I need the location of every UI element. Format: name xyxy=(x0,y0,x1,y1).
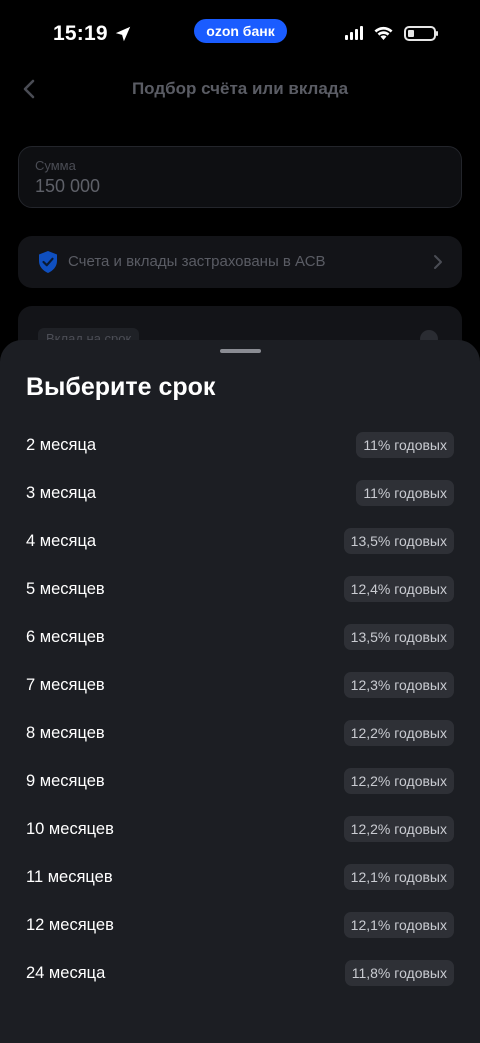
term-row-11-months[interactable]: 11 месяцев 12,1% годовых xyxy=(0,853,480,901)
term-label: 7 месяцев xyxy=(26,675,105,694)
term-row-2-months[interactable]: 2 месяца 11% годовых xyxy=(0,421,480,469)
term-row-3-months[interactable]: 3 месяца 11% годовых xyxy=(0,469,480,517)
sheet-title: Выберите срок xyxy=(26,373,216,401)
term-label: 24 месяца xyxy=(26,963,106,982)
rate-badge: 12,2% годовых xyxy=(343,816,454,842)
term-label: 10 месяцев xyxy=(26,819,114,838)
rate-badge: 12,3% годовых xyxy=(343,672,454,698)
rate-badge: 11% годовых xyxy=(356,432,454,458)
sheet-grabber[interactable] xyxy=(220,349,261,353)
term-row-24-months[interactable]: 24 месяца 11,8% годовых xyxy=(0,949,480,997)
rate-badge: 12,2% годовых xyxy=(343,768,454,794)
term-row-5-months[interactable]: 5 месяцев 12,4% годовых xyxy=(0,565,480,613)
term-label: 3 месяца xyxy=(26,483,97,502)
term-label: 4 месяца xyxy=(26,531,97,550)
rate-badge: 12,4% годовых xyxy=(343,576,454,602)
amount-value: 150 000 xyxy=(35,176,101,196)
chevron-right-icon xyxy=(434,255,442,269)
rate-badge: 11,8% годовых xyxy=(344,960,454,986)
rate-badge: 13,5% годовых xyxy=(343,528,454,554)
rate-badge: 11% годовых xyxy=(356,480,454,506)
rate-badge: 12,2% годовых xyxy=(343,720,454,746)
term-label: 11 месяцев xyxy=(26,867,113,886)
term-label: 6 месяцев xyxy=(26,627,105,646)
insurance-text: Счета и вклады застрахованы в АСВ xyxy=(68,253,326,270)
term-row-10-months[interactable]: 10 месяцев 12,2% годовых xyxy=(0,805,480,853)
term-label: 9 месяцев xyxy=(26,771,105,790)
term-picker-sheet: Выберите срок 2 месяца 11% годовых 3 мес… xyxy=(0,340,480,1043)
term-label: 12 месяцев xyxy=(26,915,114,934)
term-row-9-months[interactable]: 9 месяцев 12,2% годовых xyxy=(0,757,480,805)
rate-badge: 12,1% годовых xyxy=(343,912,454,938)
term-label: 8 месяцев xyxy=(26,723,105,742)
term-row-8-months[interactable]: 8 месяцев 12,2% годовых xyxy=(0,709,480,757)
insurance-info-card[interactable]: Счета и вклады застрахованы в АСВ xyxy=(18,236,462,288)
term-list: 2 месяца 11% годовых 3 месяца 11% годовы… xyxy=(0,421,480,997)
rate-badge: 13,5% годовых xyxy=(343,624,454,650)
term-row-12-months[interactable]: 12 месяцев 12,1% годовых xyxy=(0,901,480,949)
shield-icon xyxy=(39,251,57,273)
rate-badge: 12,1% годовых xyxy=(343,864,454,890)
amount-field[interactable]: Сумма 150 000 xyxy=(18,146,462,208)
amount-label: Сумма xyxy=(35,158,76,173)
page-title: Подбор счёта или вклада xyxy=(131,79,349,98)
term-row-4-months[interactable]: 4 месяца 13,5% годовых xyxy=(0,517,480,565)
term-label: 5 месяцев xyxy=(26,579,105,598)
term-row-7-months[interactable]: 7 месяцев 12,3% годовых xyxy=(0,661,480,709)
term-label: 2 месяца xyxy=(26,435,97,454)
term-row-6-months[interactable]: 6 месяцев 13,5% годовых xyxy=(0,613,480,661)
